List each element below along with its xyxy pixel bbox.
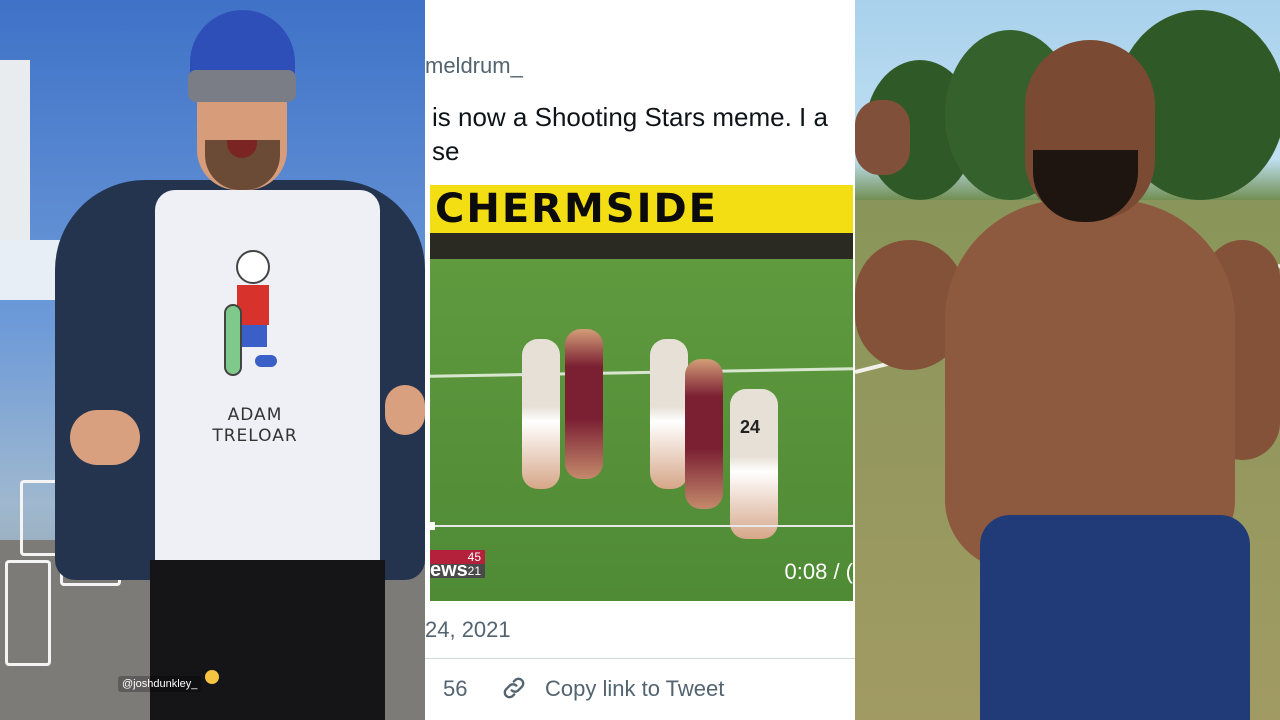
stadium-banner: CHERMSIDE bbox=[430, 185, 853, 233]
instagram-tag: @joshdunkley_ bbox=[118, 676, 202, 692]
cafe-chair bbox=[5, 560, 51, 666]
beanie-band bbox=[188, 70, 296, 102]
player bbox=[565, 329, 603, 479]
link-icon[interactable] bbox=[500, 674, 528, 702]
copy-link-button[interactable]: Copy link to Tweet bbox=[545, 676, 724, 702]
tweet-text-line: se bbox=[432, 136, 460, 166]
fist bbox=[855, 100, 910, 175]
left-photo-panel: ADAM TRELOAR @joshdunkley_ bbox=[0, 0, 425, 720]
pointing-hand bbox=[385, 385, 425, 435]
field-line bbox=[430, 367, 853, 378]
building bbox=[0, 60, 30, 250]
cartoon-print-figure bbox=[224, 250, 277, 376]
broadcaster-label: ews bbox=[430, 559, 468, 581]
smile-emoji-icon bbox=[205, 670, 219, 684]
right-photo-panel bbox=[855, 0, 1280, 720]
tweet-text-line: is now a Shooting Stars meme. I a bbox=[432, 102, 828, 132]
player-24 bbox=[730, 389, 778, 539]
tweet-panel: meldrum_ is now a Shooting Stars meme. I… bbox=[425, 0, 855, 720]
tweet-date[interactable]: 24, 2021 bbox=[425, 617, 511, 643]
football-field: 24 bbox=[430, 259, 853, 601]
video-progress-handle[interactable] bbox=[430, 522, 435, 530]
stadium-stand bbox=[430, 233, 853, 259]
pointing-hand bbox=[70, 410, 140, 465]
banner-text: CHERMSIDE bbox=[435, 186, 718, 232]
shirt-print-text: ADAM TRELOAR bbox=[200, 405, 310, 447]
video-timecode: 0:08 / ( bbox=[784, 559, 853, 584]
tweet-text: is now a Shooting Stars meme. I a se bbox=[432, 100, 828, 168]
player bbox=[685, 359, 723, 509]
shirt-print-line: TRELOAR bbox=[212, 426, 298, 446]
like-count[interactable]: 56 bbox=[443, 676, 467, 702]
divider bbox=[425, 658, 855, 659]
video-progress-bar[interactable] bbox=[430, 525, 853, 527]
shirt-print-line: ADAM bbox=[227, 405, 283, 425]
tweet-video-player[interactable]: CHERMSIDE 24 45 21 ews 0:08 / ( bbox=[430, 185, 853, 601]
player bbox=[650, 339, 688, 489]
tweet-author-handle[interactable]: meldrum_ bbox=[425, 53, 523, 79]
navy-shorts bbox=[980, 515, 1250, 720]
player bbox=[522, 339, 560, 489]
black-pants bbox=[150, 560, 385, 720]
player-number: 24 bbox=[740, 417, 761, 437]
